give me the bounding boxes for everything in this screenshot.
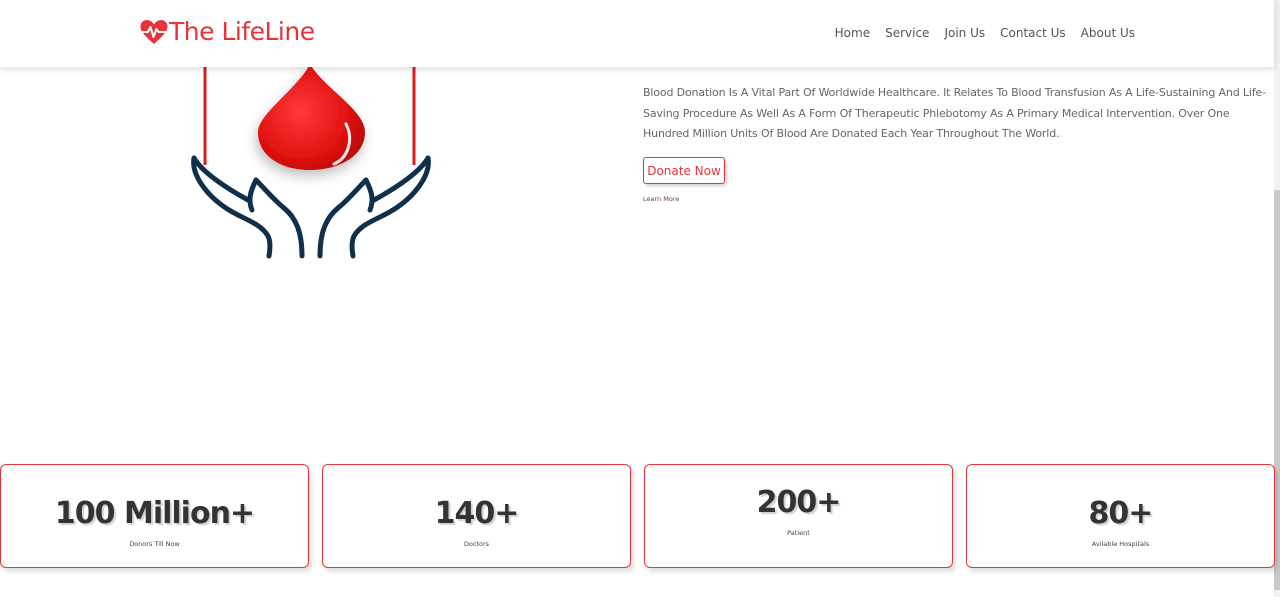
stat-card-donors: 100 Million+ Donors Till Now: [0, 464, 309, 568]
donate-now-button[interactable]: Donate Now: [643, 157, 725, 184]
hero-description: Blood Donation Is A Vital Part Of Worldw…: [643, 86, 1266, 140]
nav-item-service[interactable]: Service: [885, 24, 929, 42]
nav-item-join-us[interactable]: Join Us: [944, 24, 985, 42]
nav-item-about-us[interactable]: About Us: [1081, 24, 1135, 42]
stat-card-patients: 200+ Patient: [644, 464, 953, 568]
navbar: The LifeLine Home Service Join Us Contac…: [0, 0, 1274, 67]
nav-menu: Home Service Join Us Contact Us About Us: [835, 24, 1135, 42]
stat-label: Doctors: [463, 540, 490, 548]
stat-label: Avilable Hospitals: [1091, 540, 1150, 548]
blood-drop-hands-icon: [191, 64, 431, 259]
stat-label: Patient: [787, 529, 810, 537]
heart-pulse-icon: [140, 20, 168, 44]
stat-card-hospitals: 80+ Avilable Hospitals: [966, 464, 1275, 568]
stat-value: 80+: [1088, 496, 1154, 531]
learn-more-link[interactable]: Learn More: [643, 195, 679, 203]
nav-item-contact-us[interactable]: Contact Us: [1000, 24, 1066, 42]
brand-logo[interactable]: The LifeLine: [140, 17, 315, 47]
stat-value: 100 Million+: [54, 496, 255, 531]
stat-value: 200+: [756, 485, 842, 520]
brand-name: The LifeLine: [169, 17, 315, 46]
stat-label: Donors Till Now: [129, 540, 180, 548]
stat-card-doctors: 140+ Doctors: [322, 464, 631, 568]
nav-item-home[interactable]: Home: [835, 24, 870, 42]
stat-value: 140+: [434, 496, 520, 531]
